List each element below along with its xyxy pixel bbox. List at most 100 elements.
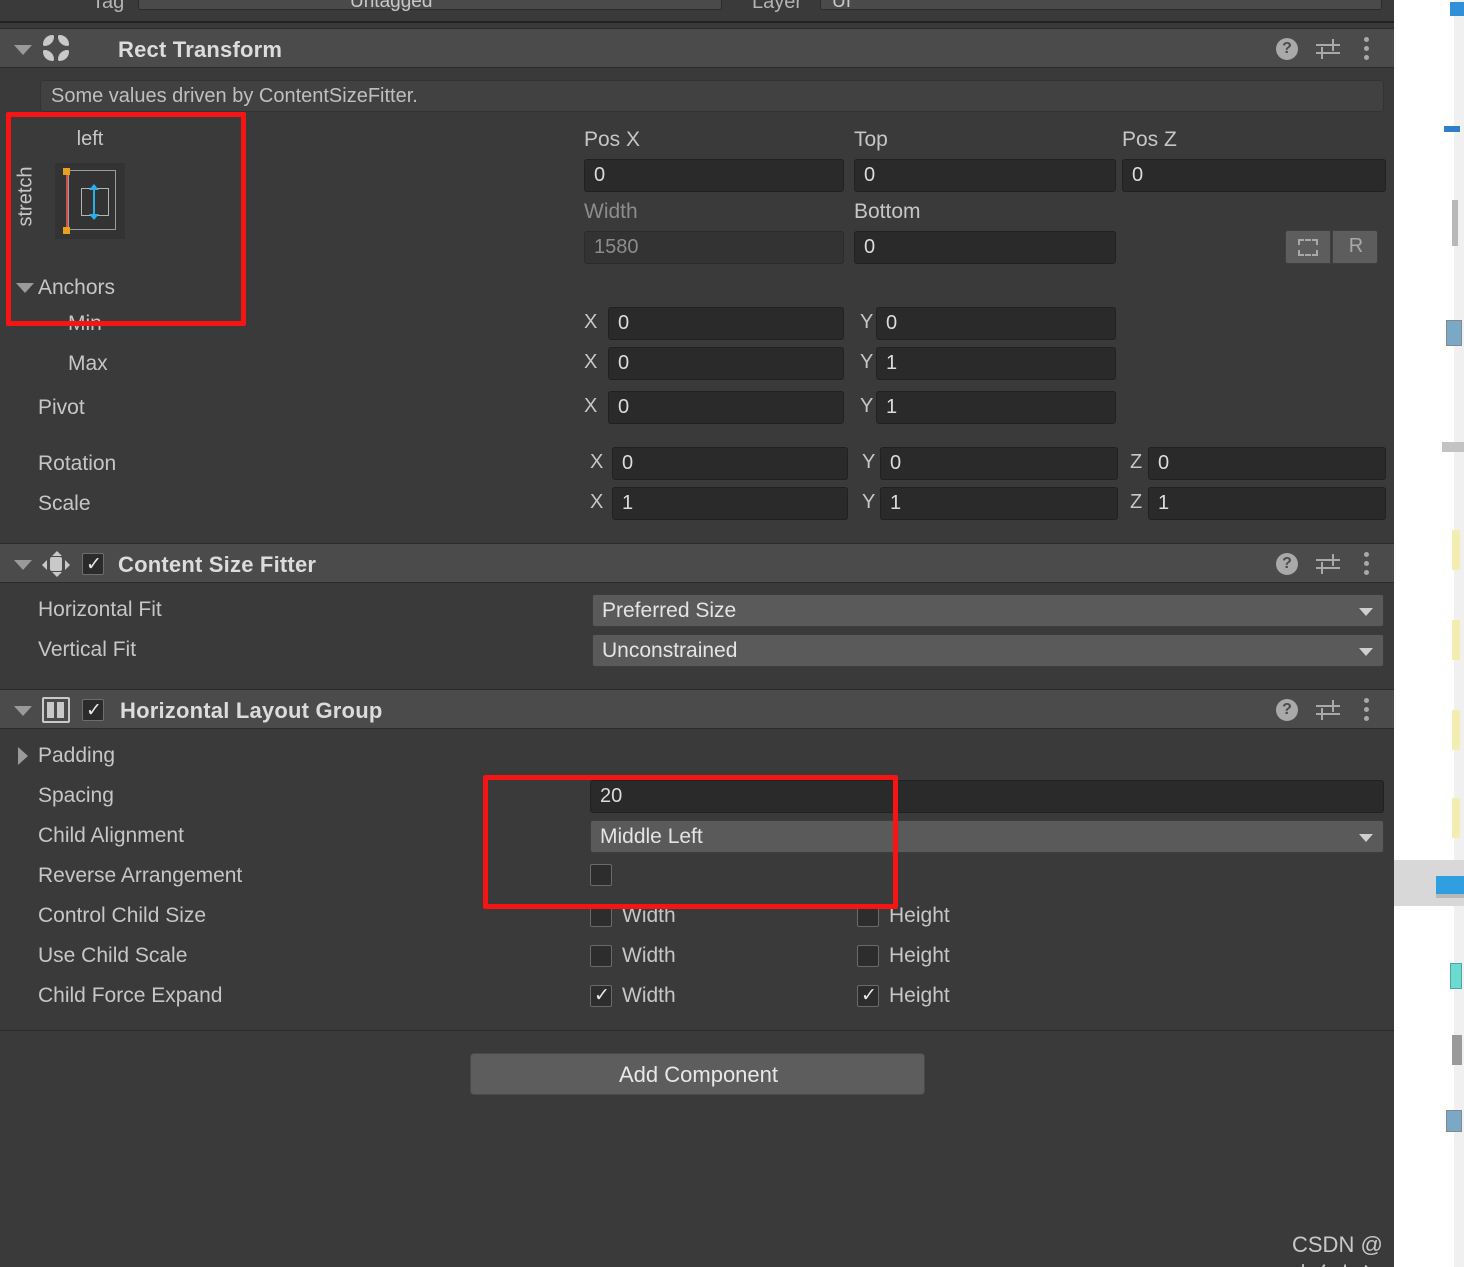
content-size-fitter-header[interactable]: ✓ Content Size Fitter ? (0, 543, 1394, 583)
anchor-max-y-field[interactable]: 1 (876, 347, 1116, 380)
pos-x-field[interactable]: 0 (584, 159, 844, 192)
width-value: 1580 (594, 236, 639, 258)
horizontal-layout-group-icon (42, 697, 70, 723)
control-child-size-width-label: Width (622, 904, 676, 927)
anchor-min-label: Min (68, 312, 102, 335)
pivot-y-field[interactable]: 1 (876, 391, 1116, 424)
pivot-x-field[interactable]: 0 (608, 391, 844, 424)
horizontal-layout-group-enable-checkbox[interactable]: ✓ (82, 699, 104, 721)
scale-y-field[interactable]: 1 (880, 487, 1118, 520)
scale-x-field[interactable]: 1 (612, 487, 848, 520)
padding-foldout-icon[interactable] (18, 747, 28, 765)
anchor-max-x-field[interactable]: 0 (608, 347, 844, 380)
raw-edit-mode-button[interactable]: R (1332, 230, 1378, 264)
child-force-expand-height-label: Height (889, 984, 950, 1007)
scale-y-axis-label: Y (862, 491, 876, 513)
control-child-size-width-checkbox[interactable] (590, 905, 612, 927)
help-icon[interactable]: ? (1276, 38, 1298, 60)
width-label: Width (584, 200, 638, 223)
anchor-max-label: Max (68, 352, 108, 375)
child-alignment-dropdown[interactable]: Middle Left (590, 820, 1384, 853)
chevron-down-icon (1359, 648, 1373, 656)
anchor-min-y-axis-label: Y (860, 311, 874, 333)
spacing-field[interactable]: 20 (590, 780, 1384, 813)
pos-x-label: Pos X (584, 128, 641, 151)
tag-label: Tag (92, 0, 125, 13)
anchor-preset-side-label: stretch (14, 166, 37, 227)
preset-icon[interactable] (1316, 699, 1340, 721)
top-field[interactable]: 0 (854, 159, 1116, 192)
preset-icon[interactable] (1316, 38, 1340, 60)
padding-label: Padding (38, 744, 116, 767)
use-child-scale-width-checkbox[interactable] (590, 945, 612, 967)
anchor-preset-widget[interactable] (55, 163, 125, 239)
pos-z-field[interactable]: 0 (1122, 159, 1386, 192)
scale-z-axis-label: Z (1130, 491, 1143, 513)
horizontal-fit-value: Preferred Size (602, 599, 737, 622)
more-options-icon[interactable] (1364, 698, 1370, 722)
bottom-label: Bottom (854, 200, 921, 223)
rect-transform-icon (42, 34, 72, 64)
preset-icon[interactable] (1316, 553, 1340, 575)
horizontal-fit-dropdown[interactable]: Preferred Size (592, 594, 1384, 627)
control-child-size-height-checkbox[interactable] (857, 905, 879, 927)
content-size-fitter-foldout-icon[interactable] (14, 560, 32, 570)
anchor-max-y-value: 1 (886, 352, 898, 374)
scale-x-axis-label: X (590, 491, 604, 513)
layer-dropdown[interactable] (820, 0, 1382, 10)
blueprint-mode-button[interactable] (1285, 230, 1331, 264)
anchor-preset-stretch-line (66, 172, 68, 228)
child-force-expand-height-checkbox[interactable]: ✓ (857, 985, 879, 1007)
content-size-fitter-enable-checkbox[interactable]: ✓ (82, 553, 104, 575)
use-child-scale-width-label: Width (622, 944, 676, 967)
watermark: CSDN @十幺卜入 (1292, 1232, 1383, 1267)
anchor-min-x-field[interactable]: 0 (608, 307, 844, 340)
rotation-y-axis-label: Y (862, 451, 876, 473)
child-alignment-label: Child Alignment (38, 824, 184, 847)
desktop-background-strip (1394, 0, 1464, 1267)
blueprint-mode-icon (1298, 239, 1318, 256)
anchor-min-y-field[interactable]: 0 (876, 307, 1116, 340)
pivot-label: Pivot (38, 396, 85, 419)
horizontal-layout-group-header[interactable]: ✓ Horizontal Layout Group ? (0, 689, 1394, 729)
horizontal-layout-group-foldout-icon[interactable] (14, 706, 32, 716)
file-icon (1452, 200, 1458, 246)
help-icon[interactable]: ? (1276, 553, 1298, 575)
add-component-button[interactable]: Add Component (470, 1053, 925, 1095)
image-thumbnail-icon (1446, 320, 1462, 346)
rotation-z-axis-label: Z (1130, 451, 1143, 473)
vertical-fit-dropdown[interactable]: Unconstrained (592, 634, 1384, 667)
control-child-size-height-label: Height (889, 904, 950, 927)
spacing-value: 20 (600, 785, 623, 807)
top-label: Top (854, 128, 888, 151)
content-size-fitter-title: Content Size Fitter (118, 552, 317, 577)
help-icon[interactable]: ? (1276, 699, 1298, 721)
rect-transform-header[interactable]: Rect Transform ? (0, 28, 1394, 68)
bottom-field[interactable]: 0 (854, 231, 1116, 264)
reverse-arrangement-checkbox[interactable] (590, 864, 612, 886)
scale-z-field[interactable]: 1 (1148, 487, 1386, 520)
rotation-y-value: 0 (890, 452, 902, 474)
rect-transform-foldout-icon[interactable] (14, 45, 32, 55)
pivot-y-axis-label: Y (860, 395, 874, 417)
use-child-scale-height-checkbox[interactable] (857, 945, 879, 967)
vertical-fit-label: Vertical Fit (38, 638, 137, 661)
rotation-y-field[interactable]: 0 (880, 447, 1118, 480)
pivot-y-value: 1 (886, 396, 898, 418)
child-force-expand-width-checkbox[interactable]: ✓ (590, 985, 612, 1007)
horizontal-fit-label: Horizontal Fit (38, 598, 162, 621)
anchor-min-x-value: 0 (618, 312, 630, 334)
driven-values-infobox: Some values driven by ContentSizeFitter. (40, 80, 1384, 112)
more-options-icon[interactable] (1364, 37, 1370, 61)
scale-label: Scale (38, 492, 91, 515)
rotation-x-field[interactable]: 0 (612, 447, 848, 480)
anchors-foldout-icon[interactable] (16, 283, 34, 293)
anchor-min-x-axis-label: X (584, 311, 598, 333)
raw-edit-mode-label: R (1348, 235, 1364, 257)
rect-transform-title: Rect Transform (118, 37, 283, 62)
more-options-icon[interactable] (1364, 552, 1370, 576)
anchor-handle-bottom-icon (63, 227, 70, 234)
child-alignment-value: Middle Left (600, 825, 703, 848)
rotation-z-field[interactable]: 0 (1148, 447, 1386, 480)
rotation-x-axis-label: X (590, 451, 604, 473)
